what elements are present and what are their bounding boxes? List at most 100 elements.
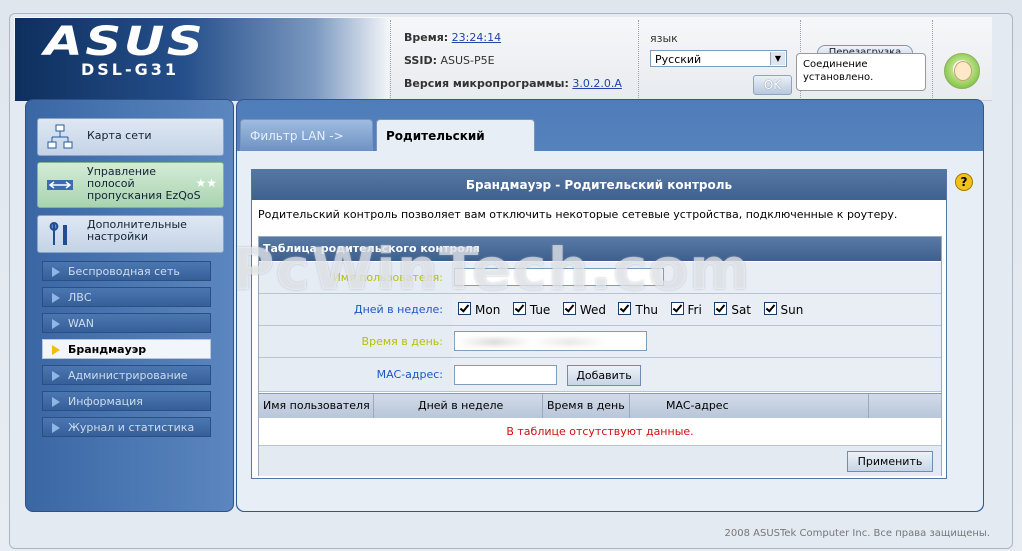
- time-link[interactable]: 23:24:14: [452, 31, 501, 44]
- sidebar-item-lan[interactable]: ЛВС: [42, 287, 211, 307]
- column-username: Имя пользователя: [263, 399, 370, 412]
- add-button[interactable]: Добавить: [567, 365, 641, 386]
- time-per-day-label: Время в день:: [361, 335, 443, 348]
- column-divider: [542, 394, 543, 418]
- arrow-right-icon: [52, 293, 60, 303]
- day-label: Thu: [635, 303, 659, 317]
- day-checkbox-tue[interactable]: Tue: [512, 302, 551, 317]
- asus-logo: ASUS: [44, 19, 206, 65]
- column-mac: MAC-адрес: [666, 399, 729, 412]
- arrow-right-icon: [52, 423, 60, 433]
- column-divider: [629, 394, 630, 418]
- sidebar-item-network-map[interactable]: Карта сети: [37, 118, 224, 156]
- connection-status-icon[interactable]: [944, 53, 980, 89]
- language-label: язык: [650, 32, 678, 45]
- day-label: Mon: [475, 303, 501, 317]
- column-time: Время в день: [547, 399, 625, 412]
- ssid-row: SSID: ASUS-P5E: [404, 54, 495, 67]
- sidebar-item-firewall[interactable]: Брандмауэр: [42, 339, 211, 359]
- sidebar-item-label: Беспроводная сеть: [68, 265, 180, 278]
- header-divider-4: [932, 20, 934, 98]
- ssid-label: SSID:: [404, 54, 437, 67]
- watermark: PcWinTech.com: [232, 235, 751, 303]
- sidebar-item-label: ЛВС: [68, 291, 92, 304]
- header-divider: [390, 20, 392, 98]
- day-checkbox-thu[interactable]: Thu: [618, 302, 658, 317]
- column-divider: [373, 394, 374, 418]
- language-select[interactable]: Русский ▼: [650, 50, 787, 67]
- apply-row: Применить: [259, 445, 941, 476]
- tools-icon: [49, 222, 67, 245]
- card-title: Брандмауэр - Родительский контроль: [252, 170, 946, 200]
- arrow-right-icon: [52, 371, 60, 381]
- ssid-value: ASUS-P5E: [440, 54, 495, 67]
- help-icon[interactable]: ?: [955, 173, 973, 191]
- brand-banner: ASUS DSL-G31: [15, 18, 389, 101]
- time-row: Время: 23:24:14: [404, 31, 501, 44]
- avatar-face: [954, 61, 972, 81]
- sidebar-item-wan[interactable]: WAN: [42, 313, 211, 333]
- sidebar-item-label: Брандмауэр: [68, 343, 147, 356]
- language-ok-button[interactable]: OK: [753, 75, 792, 95]
- card-description: Родительский контроль позволяет вам откл…: [258, 208, 898, 221]
- parental-control-card: Брандмауэр - Родительский контроль Родит…: [251, 169, 947, 479]
- day-label: Wed: [579, 303, 606, 317]
- days-label: Дней в неделе:: [353, 303, 443, 316]
- model-name: DSL-G31: [81, 60, 180, 79]
- network-map-icon: [47, 124, 73, 149]
- day-checkbox-sat[interactable]: Sat: [714, 302, 751, 317]
- column-days: Дней в неделе: [418, 399, 504, 412]
- checkbox-checked-icon: [458, 302, 471, 315]
- sidebar-item-label: Журнал и статистика: [68, 421, 195, 434]
- time-per-day-input[interactable]: [454, 331, 647, 351]
- mac-label: MAC-адрес:: [376, 368, 443, 381]
- sidebar-item-label: Администрирование: [68, 369, 188, 382]
- checkbox-checked-icon: [714, 302, 728, 315]
- stars-icon: ★★: [195, 176, 217, 190]
- connection-tooltip: Соединение установлено.: [796, 53, 926, 91]
- time-per-day-row: Время в день:: [259, 326, 941, 358]
- day-label: Tue: [529, 303, 551, 317]
- arrow-right-icon: [52, 319, 60, 329]
- tab-parental-control[interactable]: Родительский контроль: [376, 119, 535, 175]
- firmware-label: Версия микропрограммы:: [404, 77, 569, 90]
- redacted-value: [457, 338, 607, 346]
- empty-table-message: В таблице отсутствуют данные.: [259, 418, 941, 445]
- day-checkbox-mon[interactable]: Mon: [458, 302, 500, 317]
- tab-lan-wan-filter[interactable]: Фильтр LAN -> WAN: [240, 119, 373, 175]
- sidebar-item-advanced[interactable]: Дополнительные настройки: [37, 215, 224, 253]
- sidebar-item-ezqos[interactable]: Управление полосой пропускания EzQoS ★★: [37, 162, 224, 208]
- day-label: Sat: [731, 303, 752, 317]
- sidebar-item-label: Информация: [68, 395, 143, 408]
- sidebar-item-information[interactable]: Информация: [42, 391, 211, 411]
- checkbox-checked-icon: [512, 302, 526, 315]
- apply-button[interactable]: Применить: [847, 451, 933, 472]
- time-label: Время:: [404, 31, 449, 44]
- sidebar-item-label: Карта сети: [87, 129, 152, 142]
- sidebar-item-wireless[interactable]: Беспроводная сеть: [42, 261, 211, 281]
- sidebar-item-logs[interactable]: Журнал и статистика: [42, 417, 211, 437]
- firmware-row: Версия микропрограммы: 3.0.2.0.A: [404, 77, 622, 90]
- list-header: Имя пользователя Дней в неделе Время в д…: [259, 393, 941, 419]
- sidebar: Карта сети Управление полосой пропускани…: [25, 99, 234, 512]
- day-label: Sun: [780, 303, 804, 317]
- day-label: Fri: [687, 303, 702, 317]
- sidebar-item-label: Дополнительные настройки: [87, 218, 187, 243]
- arrow-right-icon: [52, 397, 60, 407]
- bandwidth-icon: [47, 180, 73, 190]
- day-checkbox-fri[interactable]: Fri: [670, 302, 702, 317]
- firmware-link[interactable]: 3.0.2.0.A: [572, 77, 622, 90]
- sidebar-item-label: Управление полосой пропускания EzQoS: [87, 165, 201, 202]
- copyright-footer: 2008 ASUSTek Computer Inc. Все права защ…: [724, 528, 991, 539]
- checkbox-checked-icon: [618, 302, 632, 315]
- sidebar-item-label: WAN: [68, 317, 95, 330]
- sidebar-item-administration[interactable]: Администрирование: [42, 365, 211, 385]
- chevron-down-icon: ▼: [770, 52, 785, 65]
- day-checkbox-sun[interactable]: Sun: [763, 302, 804, 317]
- days-checkboxes: Mon Tue Wed Thu Fri Sat Sun: [458, 302, 812, 317]
- checkbox-checked-icon: [670, 302, 684, 315]
- mac-input[interactable]: [454, 365, 557, 385]
- day-checkbox-wed[interactable]: Wed: [562, 302, 606, 317]
- column-divider: [868, 394, 869, 418]
- checkbox-checked-icon: [562, 302, 576, 315]
